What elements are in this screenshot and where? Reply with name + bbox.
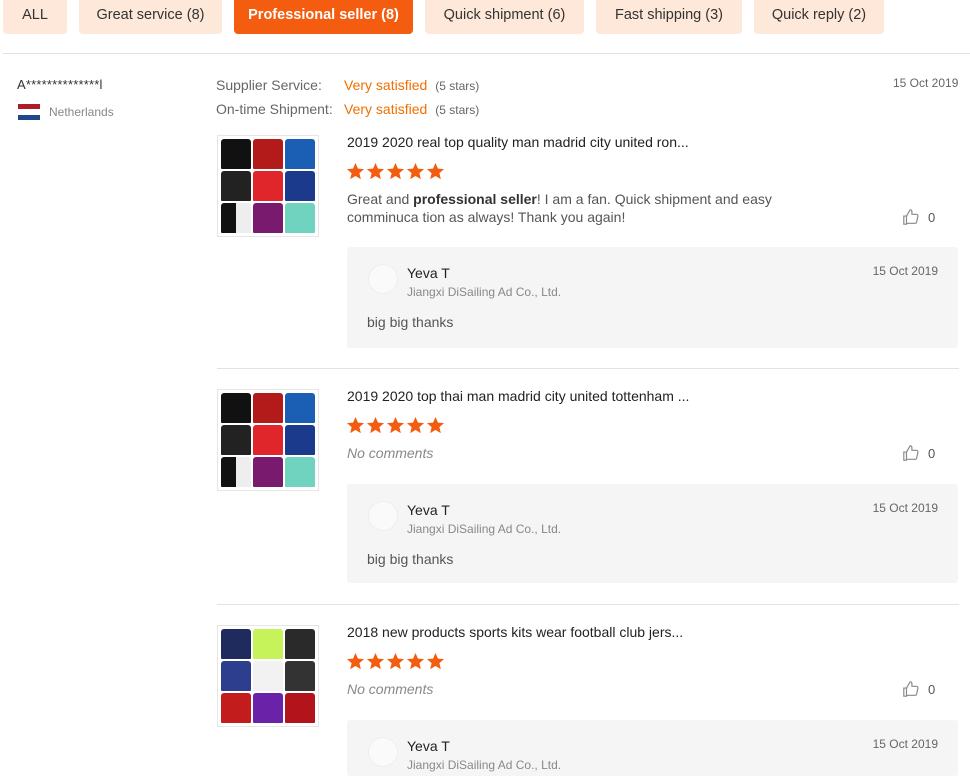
tag-quick-shipment[interactable]: Quick shipment (6) [425, 0, 584, 34]
thumbs-up-icon [903, 209, 919, 225]
like-button[interactable]: 0 [902, 444, 935, 462]
reply-date: 15 Oct 2019 [872, 264, 938, 278]
shipment-rating: On-time Shipment: Very satisfied (5 stars) [216, 101, 479, 117]
seller-reply: Yeva T Jiangxi DiSailing Ad Co., Ltd. 15… [347, 484, 958, 583]
supplier-service-value: Very satisfied [344, 77, 428, 93]
shipment-stars: (5 stars) [435, 103, 480, 117]
star-icon [406, 416, 425, 434]
reply-date: 15 Oct 2019 [872, 737, 938, 751]
like-button[interactable]: 0 [902, 680, 935, 698]
star-icon [386, 162, 405, 180]
star-icon [386, 416, 405, 434]
filter-divider [3, 53, 970, 54]
seller-name: Yeva T [407, 738, 450, 754]
star-icon [406, 162, 425, 180]
no-comments-text: No comments [347, 445, 434, 461]
seller-company: Jiangxi DiSailing Ad Co., Ltd. [407, 285, 562, 299]
product-thumbnail[interactable] [217, 389, 319, 491]
like-button[interactable]: 0 [902, 208, 935, 226]
like-count: 0 [928, 681, 936, 697]
seller-company: Jiangxi DiSailing Ad Co., Ltd. [407, 522, 562, 536]
star-icon [386, 652, 405, 670]
tag-professional-seller[interactable]: Professional seller (8) [234, 0, 413, 34]
seller-avatar [368, 264, 398, 294]
product-title-link[interactable]: 2019 2020 top thai man madrid city unite… [347, 388, 689, 404]
netherlands-flag-icon [18, 104, 40, 120]
product-thumbnail[interactable] [217, 135, 319, 237]
star-icon [346, 162, 365, 180]
shipment-value: Very satisfied [344, 101, 428, 117]
tag-all[interactable]: ALL [3, 0, 67, 34]
seller-name: Yeva T [407, 502, 450, 518]
star-icon [366, 162, 385, 180]
star-icon [366, 652, 385, 670]
buyer-name: A**************l [17, 77, 103, 92]
review-comment: Great and professional seller! I am a fa… [347, 190, 847, 226]
seller-company: Jiangxi DiSailing Ad Co., Ltd. [407, 758, 562, 772]
seller-avatar [368, 501, 398, 531]
tag-fast-shipping[interactable]: Fast shipping (3) [596, 0, 742, 34]
item-divider [217, 604, 959, 605]
product-title-link[interactable]: 2018 new products sports kits wear footb… [347, 624, 683, 640]
star-icon [346, 652, 365, 670]
star-icon [366, 416, 385, 434]
buyer-country-name: Netherlands [49, 105, 114, 119]
product-star-rating [346, 652, 445, 671]
star-icon [426, 416, 445, 434]
buyer-country: Netherlands [18, 103, 114, 121]
star-icon [406, 652, 425, 670]
supplier-service-stars: (5 stars) [435, 79, 480, 93]
star-icon [426, 162, 445, 180]
shipment-label: On-time Shipment: [216, 101, 333, 117]
reply-date: 15 Oct 2019 [872, 501, 938, 515]
star-icon [346, 416, 365, 434]
seller-avatar [368, 737, 398, 767]
review-date: 15 Oct 2019 [893, 76, 959, 90]
seller-reply: Yeva T Jiangxi DiSailing Ad Co., Ltd. 15… [347, 720, 958, 776]
comment-text: Great and [347, 191, 414, 207]
product-star-rating [346, 416, 445, 435]
item-divider [217, 368, 959, 369]
supplier-service-label: Supplier Service: [216, 77, 322, 93]
star-icon [426, 652, 445, 670]
thumbs-up-icon [903, 445, 919, 461]
product-title-link[interactable]: 2019 2020 real top quality man madrid ci… [347, 134, 689, 150]
seller-reply: Yeva T Jiangxi DiSailing Ad Co., Ltd. 15… [347, 247, 958, 348]
comment-highlight: professional seller [413, 191, 537, 207]
like-count: 0 [928, 445, 936, 461]
seller-name: Yeva T [407, 265, 450, 281]
no-comments-text: No comments [347, 681, 434, 697]
product-star-rating [346, 162, 445, 181]
review-filter-tags: ALL Great service (8) Professional selle… [0, 0, 970, 34]
thumbs-up-icon [903, 681, 919, 697]
tag-great-service[interactable]: Great service (8) [79, 0, 222, 34]
reply-text: big big thanks [367, 551, 454, 567]
tag-quick-reply[interactable]: Quick reply (2) [754, 0, 884, 34]
reply-text: big big thanks [367, 314, 454, 330]
product-thumbnail[interactable] [217, 625, 319, 727]
like-count: 0 [928, 209, 936, 225]
supplier-service-rating: Supplier Service: Very satisfied (5 stars) [216, 77, 479, 93]
